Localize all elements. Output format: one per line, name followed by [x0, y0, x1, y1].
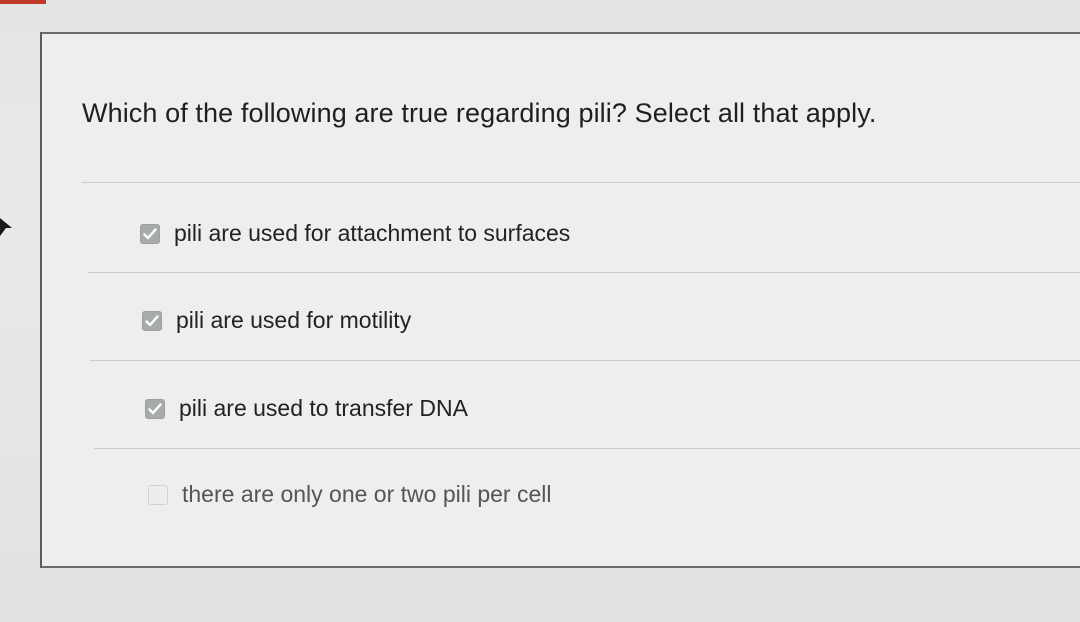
question-prompt: Which of the following are true regardin… — [82, 98, 877, 128]
arrow-cursor-icon — [0, 218, 12, 236]
checkmark-icon — [143, 227, 157, 239]
answer-option-1[interactable]: pili are used for attachment to surfaces — [140, 220, 570, 247]
header-strip — [0, 0, 1080, 30]
divider — [88, 272, 1080, 273]
checkmark-icon — [148, 402, 162, 414]
option-label: pili are used for attachment to surfaces — [174, 220, 571, 246]
divider — [82, 182, 1080, 183]
divider — [90, 360, 1080, 361]
checkbox-unchecked[interactable] — [148, 484, 168, 505]
answer-option-3[interactable]: pili are used to transfer DNA — [145, 395, 468, 422]
option-label: there are only one or two pili per cell — [182, 481, 552, 507]
accent-bar — [0, 0, 46, 4]
answer-option-4[interactable]: there are only one or two pili per cell — [148, 481, 551, 508]
quiz-page: Which of the following are true regardin… — [0, 0, 1080, 622]
checkbox-checked[interactable] — [145, 398, 165, 419]
checkbox-checked[interactable] — [140, 223, 160, 244]
divider — [94, 448, 1080, 449]
answer-option-2[interactable]: pili are used for motility — [142, 307, 411, 334]
checkmark-icon — [145, 314, 159, 326]
option-label: pili are used for motility — [176, 307, 412, 333]
option-label: pili are used to transfer DNA — [179, 395, 468, 421]
checkbox-checked[interactable] — [142, 310, 162, 331]
